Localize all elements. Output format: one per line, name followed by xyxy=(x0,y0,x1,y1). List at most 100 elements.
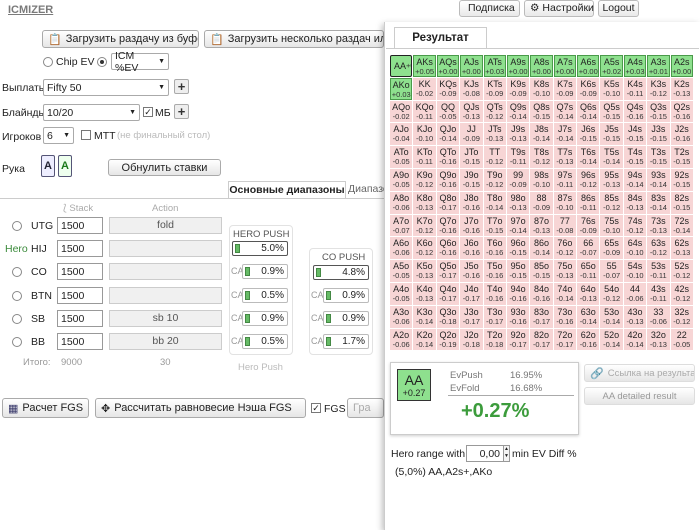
hand-cell[interactable]: J4s -0.15 xyxy=(623,123,647,146)
hand-cell[interactable]: QTs -0.12 xyxy=(483,100,506,123)
hand-cell[interactable]: Q9s -0.14 xyxy=(506,100,530,123)
hand-cell[interactable]: 32s -0.12 xyxy=(670,305,693,328)
hand-cell[interactable]: Q4s -0.16 xyxy=(623,100,647,123)
co-call-box[interactable]: 0.9% xyxy=(323,288,369,303)
hand-cell[interactable]: 96s -0.12 xyxy=(577,168,600,191)
min-ev-input[interactable]: 0,00 xyxy=(466,445,504,462)
players-select[interactable]: 6 ▼ xyxy=(43,127,74,144)
hand-cell[interactable]: A3o -0.06 xyxy=(390,305,413,328)
hand-cell[interactable]: K8o -0.13 xyxy=(413,191,436,214)
hand-cell[interactable]: A2o -0.06 xyxy=(390,328,413,351)
hand-cell[interactable]: 64o -0.13 xyxy=(577,282,600,305)
load-multiple-button[interactable]: 📋Загрузить несколько раздач или тур xyxy=(204,30,384,48)
hand-card-2[interactable]: A xyxy=(58,155,72,177)
hand-cell[interactable]: 88 -0.09 xyxy=(530,191,553,214)
hand-cell[interactable]: K3s -0.12 xyxy=(647,77,670,100)
hand-cell[interactable]: 93s -0.14 xyxy=(647,168,670,191)
hand-cell[interactable]: 44 -0.06 xyxy=(623,282,647,305)
hand-cell[interactable]: K4o -0.13 xyxy=(413,282,436,305)
hand-cell[interactable]: AQo -0.02 xyxy=(390,100,413,123)
hand-cell[interactable]: JTo -0.15 xyxy=(460,146,483,168)
hero-call-box[interactable]: 0.5% xyxy=(242,288,288,303)
hand-cell[interactable]: 52s -0.12 xyxy=(670,260,693,282)
icm-select[interactable]: ICM %EV ▼ xyxy=(111,50,169,74)
hand-cell[interactable]: 87s -0.10 xyxy=(553,191,577,214)
hand-cell[interactable]: J9s -0.13 xyxy=(506,123,530,146)
hand-cell[interactable]: QJs -0.13 xyxy=(460,100,483,123)
hand-cell[interactable]: T3o -0.17 xyxy=(483,305,506,328)
hand-cell[interactable]: K4s -0.11 xyxy=(623,77,647,100)
hand-cell[interactable]: Q6s -0.14 xyxy=(577,100,600,123)
hand-cell[interactable]: Q9o -0.16 xyxy=(436,168,460,191)
hand-cell[interactable]: 86s -0.11 xyxy=(577,191,600,214)
icm-radio[interactable] xyxy=(97,57,107,67)
hand-cell[interactable]: A4o -0.05 xyxy=(390,282,413,305)
fgs-checkbox[interactable]: ✓ xyxy=(311,403,321,413)
hand-cell[interactable]: K9o -0.12 xyxy=(413,168,436,191)
reset-bets-button[interactable]: Обнулить ставки xyxy=(108,159,221,176)
hand-cell[interactable]: QJo -0.14 xyxy=(436,123,460,146)
hand-cell[interactable]: T9o -0.12 xyxy=(483,168,506,191)
action-field[interactable]: fold xyxy=(109,217,222,234)
hand-cell[interactable]: 72s -0.14 xyxy=(670,214,693,237)
hand-cell[interactable]: Q8s -0.15 xyxy=(530,100,553,123)
tab-second-ranges[interactable]: Диапазо xyxy=(348,181,384,199)
hand-cell[interactable]: T4s -0.15 xyxy=(623,146,647,168)
hand-cell[interactable]: 76s -0.09 xyxy=(577,214,600,237)
hand-cell[interactable]: AKo +0.03 xyxy=(390,77,413,100)
action-field[interactable]: bb 20 xyxy=(109,333,222,350)
hand-cell[interactable]: 94o -0.16 xyxy=(506,282,530,305)
hand-cell[interactable]: K3o -0.14 xyxy=(413,305,436,328)
hand-cell[interactable]: J3o -0.17 xyxy=(460,305,483,328)
hand-cell[interactable]: 73s -0.13 xyxy=(647,214,670,237)
hand-cell[interactable]: 83s -0.14 xyxy=(647,191,670,214)
hand-cell[interactable]: KJo -0.10 xyxy=(413,123,436,146)
hand-cell[interactable]: KK -0.02 xyxy=(413,77,436,100)
hand-cell[interactable]: J5o -0.16 xyxy=(460,260,483,282)
co-call-box[interactable]: 0.9% xyxy=(323,311,369,326)
detailed-result-button[interactable]: AA detailed result xyxy=(584,387,695,405)
hand-cell[interactable]: 77 -0.08 xyxy=(553,214,577,237)
hand-cell[interactable]: K2s -0.13 xyxy=(670,77,693,100)
hand-cell[interactable]: T2s -0.15 xyxy=(670,146,693,168)
hand-cell[interactable]: J2o -0.18 xyxy=(460,328,483,351)
blinds-select[interactable]: 10/20 ▼ xyxy=(43,104,140,121)
hero-radio[interactable] xyxy=(12,267,22,277)
hand-cell[interactable]: 52o -0.14 xyxy=(600,328,623,351)
hand-cell[interactable]: 54o -0.12 xyxy=(600,282,623,305)
hand-cell[interactable]: 42s -0.12 xyxy=(670,282,693,305)
hero-radio[interactable] xyxy=(12,291,22,301)
hand-cell[interactable]: A5s +0.02 xyxy=(600,55,623,77)
hand-cell[interactable]: 54s -0.10 xyxy=(623,260,647,282)
hand-cell[interactable]: 43o -0.13 xyxy=(623,305,647,328)
hand-cell[interactable]: 92o -0.17 xyxy=(506,328,530,351)
hand-cell[interactable]: KTs -0.09 xyxy=(483,77,506,100)
hero-radio[interactable] xyxy=(12,337,22,347)
hand-cell[interactable]: 96o -0.15 xyxy=(506,237,530,260)
hand-cell[interactable]: AJo -0.04 xyxy=(390,123,413,146)
hand-cell[interactable]: 95s -0.13 xyxy=(600,168,623,191)
hand-cell[interactable]: 85o -0.15 xyxy=(530,260,553,282)
hand-cell[interactable]: Q4o -0.17 xyxy=(436,282,460,305)
hand-cell[interactable]: 98s -0.10 xyxy=(530,168,553,191)
hand-cell[interactable]: 75o -0.13 xyxy=(553,260,577,282)
hand-cell[interactable]: J8o -0.16 xyxy=(460,191,483,214)
hand-cell[interactable]: Q7o -0.16 xyxy=(436,214,460,237)
hand-cell[interactable]: T7o -0.15 xyxy=(483,214,506,237)
hand-cell[interactable]: J6o -0.16 xyxy=(460,237,483,260)
hand-cell[interactable]: 83o -0.17 xyxy=(530,305,553,328)
hand-cell[interactable]: 92s -0.15 xyxy=(670,168,693,191)
tab-main-ranges[interactable]: Основные диапазоны xyxy=(228,181,346,199)
hand-cell[interactable]: 53s -0.11 xyxy=(647,260,670,282)
hand-cell[interactable]: 99 -0.09 xyxy=(506,168,530,191)
hand-cell[interactable]: 53o -0.14 xyxy=(600,305,623,328)
hand-cell[interactable]: 33 -0.06 xyxy=(647,305,670,328)
hand-cell[interactable]: 76o -0.12 xyxy=(553,237,577,260)
add-blinds-button[interactable]: + xyxy=(174,104,189,119)
load-from-clipboard-button[interactable]: 📋Загрузить раздачу из буфера xyxy=(42,30,199,48)
hand-cell[interactable]: J2s -0.16 xyxy=(670,123,693,146)
hand-cell[interactable]: J4o -0.17 xyxy=(460,282,483,305)
hand-cell[interactable]: T6s -0.14 xyxy=(577,146,600,168)
hand-cell[interactable]: T6o -0.16 xyxy=(483,237,506,260)
hand-cell[interactable]: J6s -0.15 xyxy=(577,123,600,146)
